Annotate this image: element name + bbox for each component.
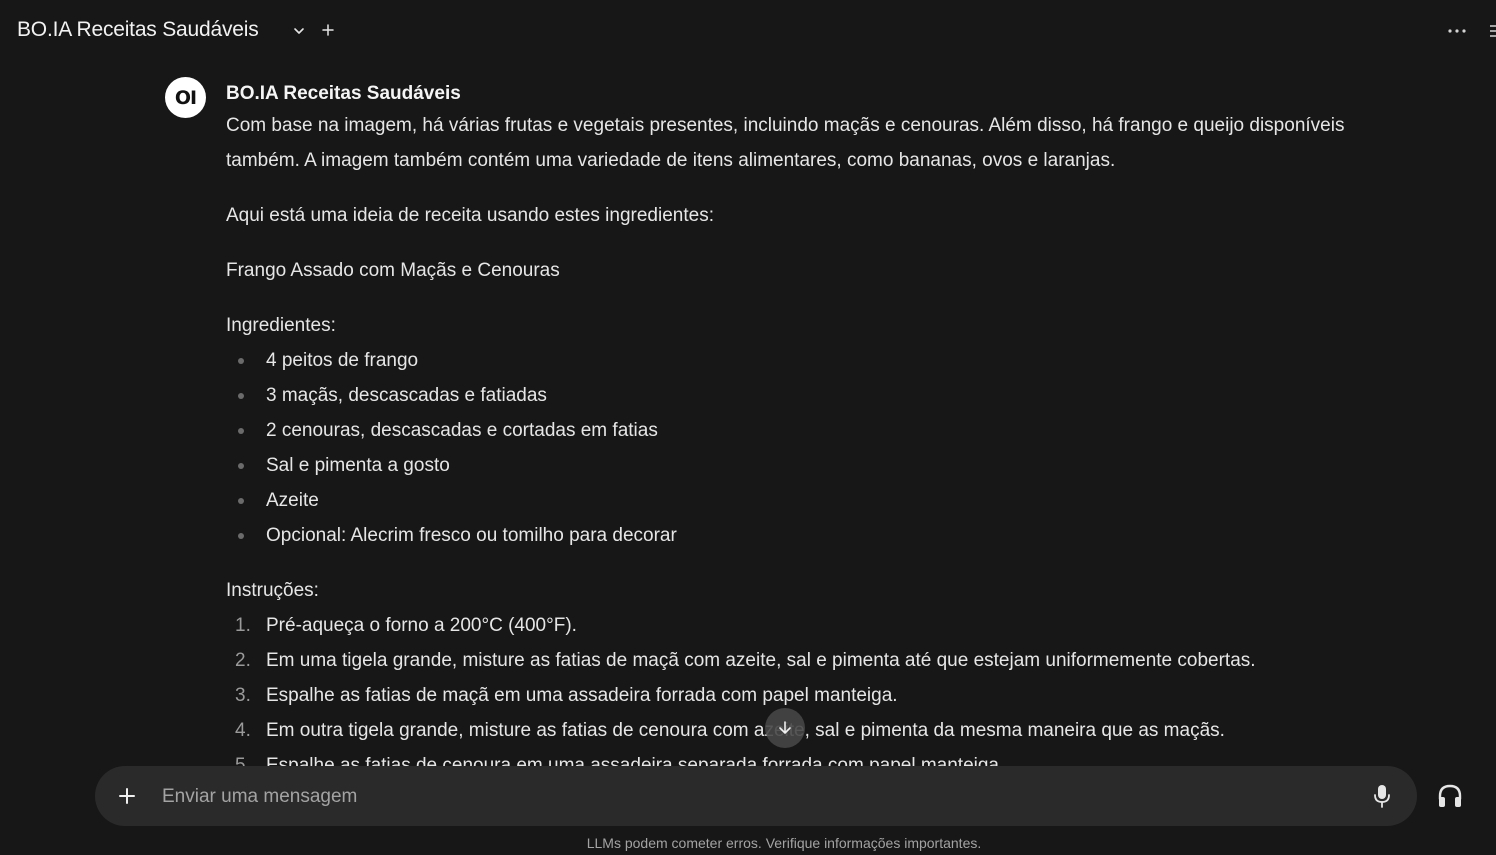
ingredient-text: Azeite: [266, 490, 319, 511]
instructions-list: 1. Pré-aqueça o forno a 200°C (400°F). 2.…: [226, 608, 1386, 766]
ingredients-list: 4 peitos de frango 3 maçãs, descascadas …: [226, 343, 1386, 553]
step-text: Espalhe as fatias de maçã em uma assadei…: [266, 685, 898, 706]
disclaimer-text: LLMs podem cometer erros. Verifique info…: [586, 835, 982, 851]
ingredient-text: Opcional: Alecrim fresco ou tomilho para…: [266, 525, 677, 546]
bullet-icon: [238, 498, 244, 504]
assistant-avatar: OI: [165, 77, 206, 118]
step-text: Espalhe as fatias de cenoura em uma assa…: [266, 755, 1005, 766]
recipe-title: Frango Assado com Maçãs e Cenouras: [226, 260, 560, 281]
headphones-icon[interactable]: [1436, 783, 1464, 809]
step-text: Em uma tigela grande, misture as fatias …: [266, 650, 1256, 671]
instruction-item: 2. Em uma tigela grande, misture as fatia…: [226, 643, 1386, 678]
ingredient-item: 4 peitos de frango: [226, 343, 1386, 378]
bullet-icon: [238, 358, 244, 364]
step-number: 5.: [235, 755, 251, 766]
instructions-heading: Instruções:: [226, 580, 319, 601]
microphone-icon[interactable]: [1371, 783, 1393, 809]
message-intro-text: Com base na imagem, há várias frutas e v…: [226, 115, 1345, 171]
bullet-icon: [238, 533, 244, 539]
ingredient-item: Opcional: Alecrim fresco ou tomilho para…: [226, 518, 1386, 553]
ingredient-item: 2 cenouras, descascadas e cortadas em fa…: [226, 413, 1386, 448]
chevron-down-icon[interactable]: [292, 24, 306, 38]
ingredient-text: Sal e pimenta a gosto: [266, 455, 450, 476]
ingredient-text: 2 cenouras, descascadas e cortadas em fa…: [266, 420, 658, 441]
assistant-message: BO.IA Receitas Saudáveis Com base na ima…: [226, 82, 1386, 766]
bullet-icon: [238, 463, 244, 469]
message-input[interactable]: [160, 780, 1344, 814]
ingredients-heading: Ingredientes:: [226, 315, 336, 336]
add-model-plus-icon[interactable]: [320, 22, 336, 38]
step-number: 4.: [235, 720, 251, 741]
avatar-logo-text: OI: [174, 86, 197, 109]
more-options-icon[interactable]: [1446, 22, 1468, 40]
bullet-icon: [238, 428, 244, 434]
arrow-down-icon: [779, 721, 791, 734]
attach-plus-icon[interactable]: [117, 786, 137, 806]
instruction-item: 4. Em outra tigela grande, misture as fat…: [226, 713, 1386, 748]
ingredient-item: Azeite: [226, 483, 1386, 518]
ingredient-text: 3 maçãs, descascadas e fatiadas: [266, 385, 547, 406]
step-number: 2.: [235, 650, 251, 671]
chat-area[interactable]: OI BO.IA Receitas Saudáveis Com base na …: [0, 62, 1496, 766]
step-number: 3.: [235, 685, 251, 706]
instruction-item: 1. Pré-aqueça o forno a 200°C (400°F).: [226, 608, 1386, 643]
ingredient-text: 4 peitos de frango: [266, 350, 419, 371]
top-bar: BO.IA Receitas Saudáveis: [0, 0, 1496, 62]
recipe-idea-text: Aqui está uma ideia de receita usando es…: [226, 205, 714, 226]
ingredient-item: 3 maçãs, descascadas e fatiadas: [226, 378, 1386, 413]
bullet-icon: [238, 393, 244, 399]
step-text: Pré-aqueça o forno a 200°C (400°F).: [266, 615, 577, 636]
model-selector-label[interactable]: BO.IA Receitas Saudáveis: [17, 18, 259, 42]
scroll-to-bottom-button[interactable]: [765, 708, 805, 748]
message-sender-name: BO.IA Receitas Saudáveis: [226, 83, 461, 104]
message-composer: [95, 766, 1417, 826]
sidebar-toggle-icon[interactable]: [1489, 22, 1496, 40]
instruction-item: 5. Espalhe as fatias de cenoura em uma as…: [226, 748, 1386, 766]
step-number: 1.: [235, 615, 251, 636]
step-text: Em outra tigela grande, misture as fatia…: [266, 720, 1225, 741]
instruction-item: 3. Espalhe as fatias de maçã em uma assad…: [226, 678, 1386, 713]
ingredient-item: Sal e pimenta a gosto: [226, 448, 1386, 483]
